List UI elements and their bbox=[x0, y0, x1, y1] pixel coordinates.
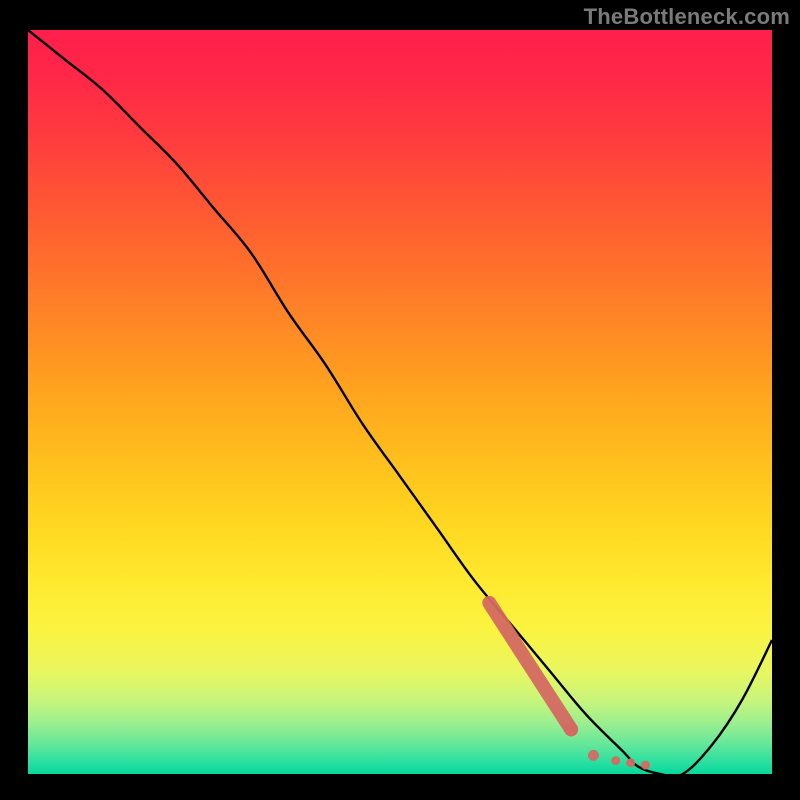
gradient-background bbox=[28, 30, 772, 774]
chart-stage: TheBottleneck.com bbox=[0, 0, 800, 800]
plot-area bbox=[28, 30, 772, 774]
chart-svg bbox=[28, 30, 772, 774]
watermark-text: TheBottleneck.com bbox=[584, 4, 790, 30]
